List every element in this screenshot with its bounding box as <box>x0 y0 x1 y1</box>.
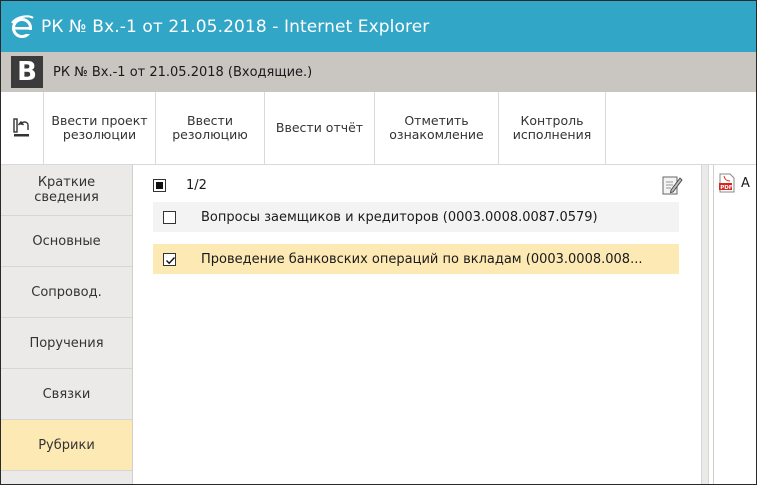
select-all-checkbox[interactable] <box>153 178 166 192</box>
pdf-file-icon: PDF <box>718 173 736 193</box>
window-titlebar: РК № Вх.-1 от 21.05.2018 - Internet Expl… <box>1 1 756 52</box>
document-title: РК № Вх.-1 от 21.05.2018 (Входящие.) <box>53 64 313 80</box>
sidebar-item-rubrics[interactable]: Рубрики <box>1 420 132 471</box>
document-header: В РК № Вх.-1 от 21.05.2018 (Входящие.) <box>1 52 756 92</box>
execution-control-button[interactable]: Контроль исполнения <box>499 92 606 164</box>
internet-explorer-icon <box>1 1 35 52</box>
action-toolbar: Ввести проект резолюции Ввести резолюцию… <box>1 92 756 165</box>
attachment-name: A <box>741 175 750 191</box>
attachment-item[interactable]: PDF A <box>714 173 750 193</box>
sidebar-item-main[interactable]: Основные <box>1 216 132 267</box>
attachments-pane: PDF A <box>713 165 756 484</box>
edit-icon[interactable] <box>661 174 683 196</box>
sidebar-item-brief-info[interactable]: Краткие сведения <box>1 165 132 216</box>
list-item[interactable]: Проведение банковских операций по вклада… <box>153 244 679 274</box>
window-title: РК № Вх.-1 от 21.05.2018 - Internet Expl… <box>41 16 430 37</box>
sidebar: Краткие сведения Основные Сопровод. Пору… <box>1 165 133 484</box>
svg-text:PDF: PDF <box>720 185 733 191</box>
enter-draft-resolution-button[interactable]: Ввести проект резолюции <box>44 92 156 164</box>
return-document-icon[interactable] <box>1 92 44 164</box>
sidebar-item-assignments[interactable]: Поручения <box>1 318 132 369</box>
enter-resolution-button[interactable]: Ввести резолюцию <box>156 92 265 164</box>
selection-counter: 1/2 <box>186 177 207 193</box>
rubric-title: Вопросы заемщиков и кредиторов (0003.000… <box>201 209 598 225</box>
enter-report-button[interactable]: Ввести отчёт <box>265 92 375 164</box>
sidebar-item-accompanying[interactable]: Сопровод. <box>1 267 132 318</box>
document-type-badge: В <box>11 56 43 88</box>
sidebar-item-links[interactable]: Связки <box>1 369 132 420</box>
pane-splitter[interactable] <box>701 165 709 484</box>
list-item[interactable]: Вопросы заемщиков и кредиторов (0003.000… <box>153 202 679 232</box>
row-checkbox[interactable] <box>163 252 176 266</box>
rubrics-panel: 1/2 Вопросы заемщиков и кредиторов (0003… <box>133 165 701 484</box>
list-header: 1/2 <box>153 171 683 199</box>
mark-acquaintance-button[interactable]: Отметить ознакомление <box>375 92 499 164</box>
row-checkbox[interactable] <box>163 210 176 224</box>
browser-window: РК № Вх.-1 от 21.05.2018 - Internet Expl… <box>0 0 757 485</box>
rubric-title: Проведение банковских операций по вклада… <box>201 251 643 267</box>
